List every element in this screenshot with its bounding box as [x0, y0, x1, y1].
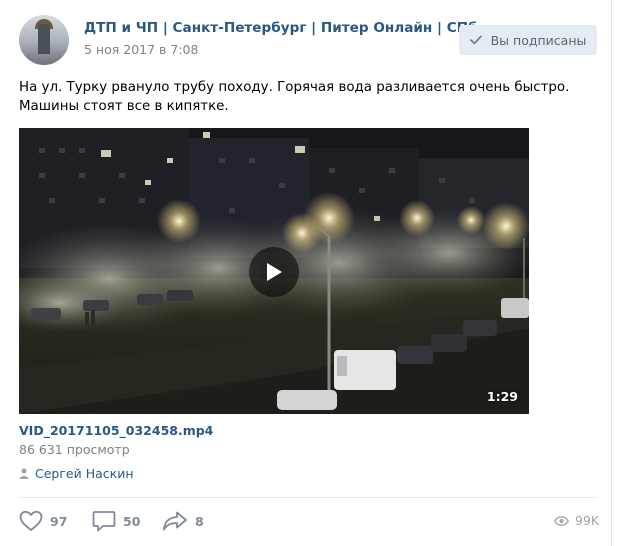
comment-count: 50 [123, 513, 141, 529]
user-icon [19, 468, 29, 479]
comment-button[interactable]: 50 [92, 510, 140, 532]
like-button[interactable]: 97 [19, 510, 67, 532]
footer-divider [19, 497, 597, 498]
subscribed-label: Вы подписаны [490, 32, 587, 48]
play-icon [267, 263, 282, 281]
video-duration: 1:29 [486, 389, 518, 404]
eye-icon [554, 515, 569, 526]
like-count: 97 [50, 513, 68, 529]
post-date[interactable]: 5 ноя 2017 в 7:08 [84, 42, 198, 57]
post-text: На ул. Турку рвануло трубу походу. Горяч… [19, 80, 570, 114]
play-button[interactable] [249, 247, 299, 297]
author-name: Сергей Наскин [35, 466, 134, 481]
wall-post: ДТП и ЧП | Санкт-Петербург | Питер Онлай… [0, 0, 612, 546]
comment-icon [92, 511, 116, 532]
views-count: 99K [575, 513, 600, 528]
video-views: 86 631 просмотр [19, 442, 130, 457]
video-title-link[interactable]: VID_20171105_032458.mp4 [19, 423, 213, 438]
post-author[interactable]: Сергей Наскин [19, 466, 134, 481]
share-count: 8 [195, 513, 204, 529]
subscribed-button[interactable]: Вы подписаны [459, 25, 597, 55]
check-icon [469, 35, 482, 45]
avatar-tower [38, 24, 50, 54]
group-name-link[interactable]: ДТП и ЧП | Санкт-Петербург | Питер Онлай… [84, 20, 478, 36]
post-views: 99K [554, 513, 599, 528]
group-avatar[interactable] [19, 15, 69, 65]
share-icon [162, 511, 187, 531]
heart-icon [19, 510, 43, 531]
share-button[interactable]: 8 [162, 510, 204, 532]
video-player[interactable]: 1:29 [19, 128, 529, 414]
